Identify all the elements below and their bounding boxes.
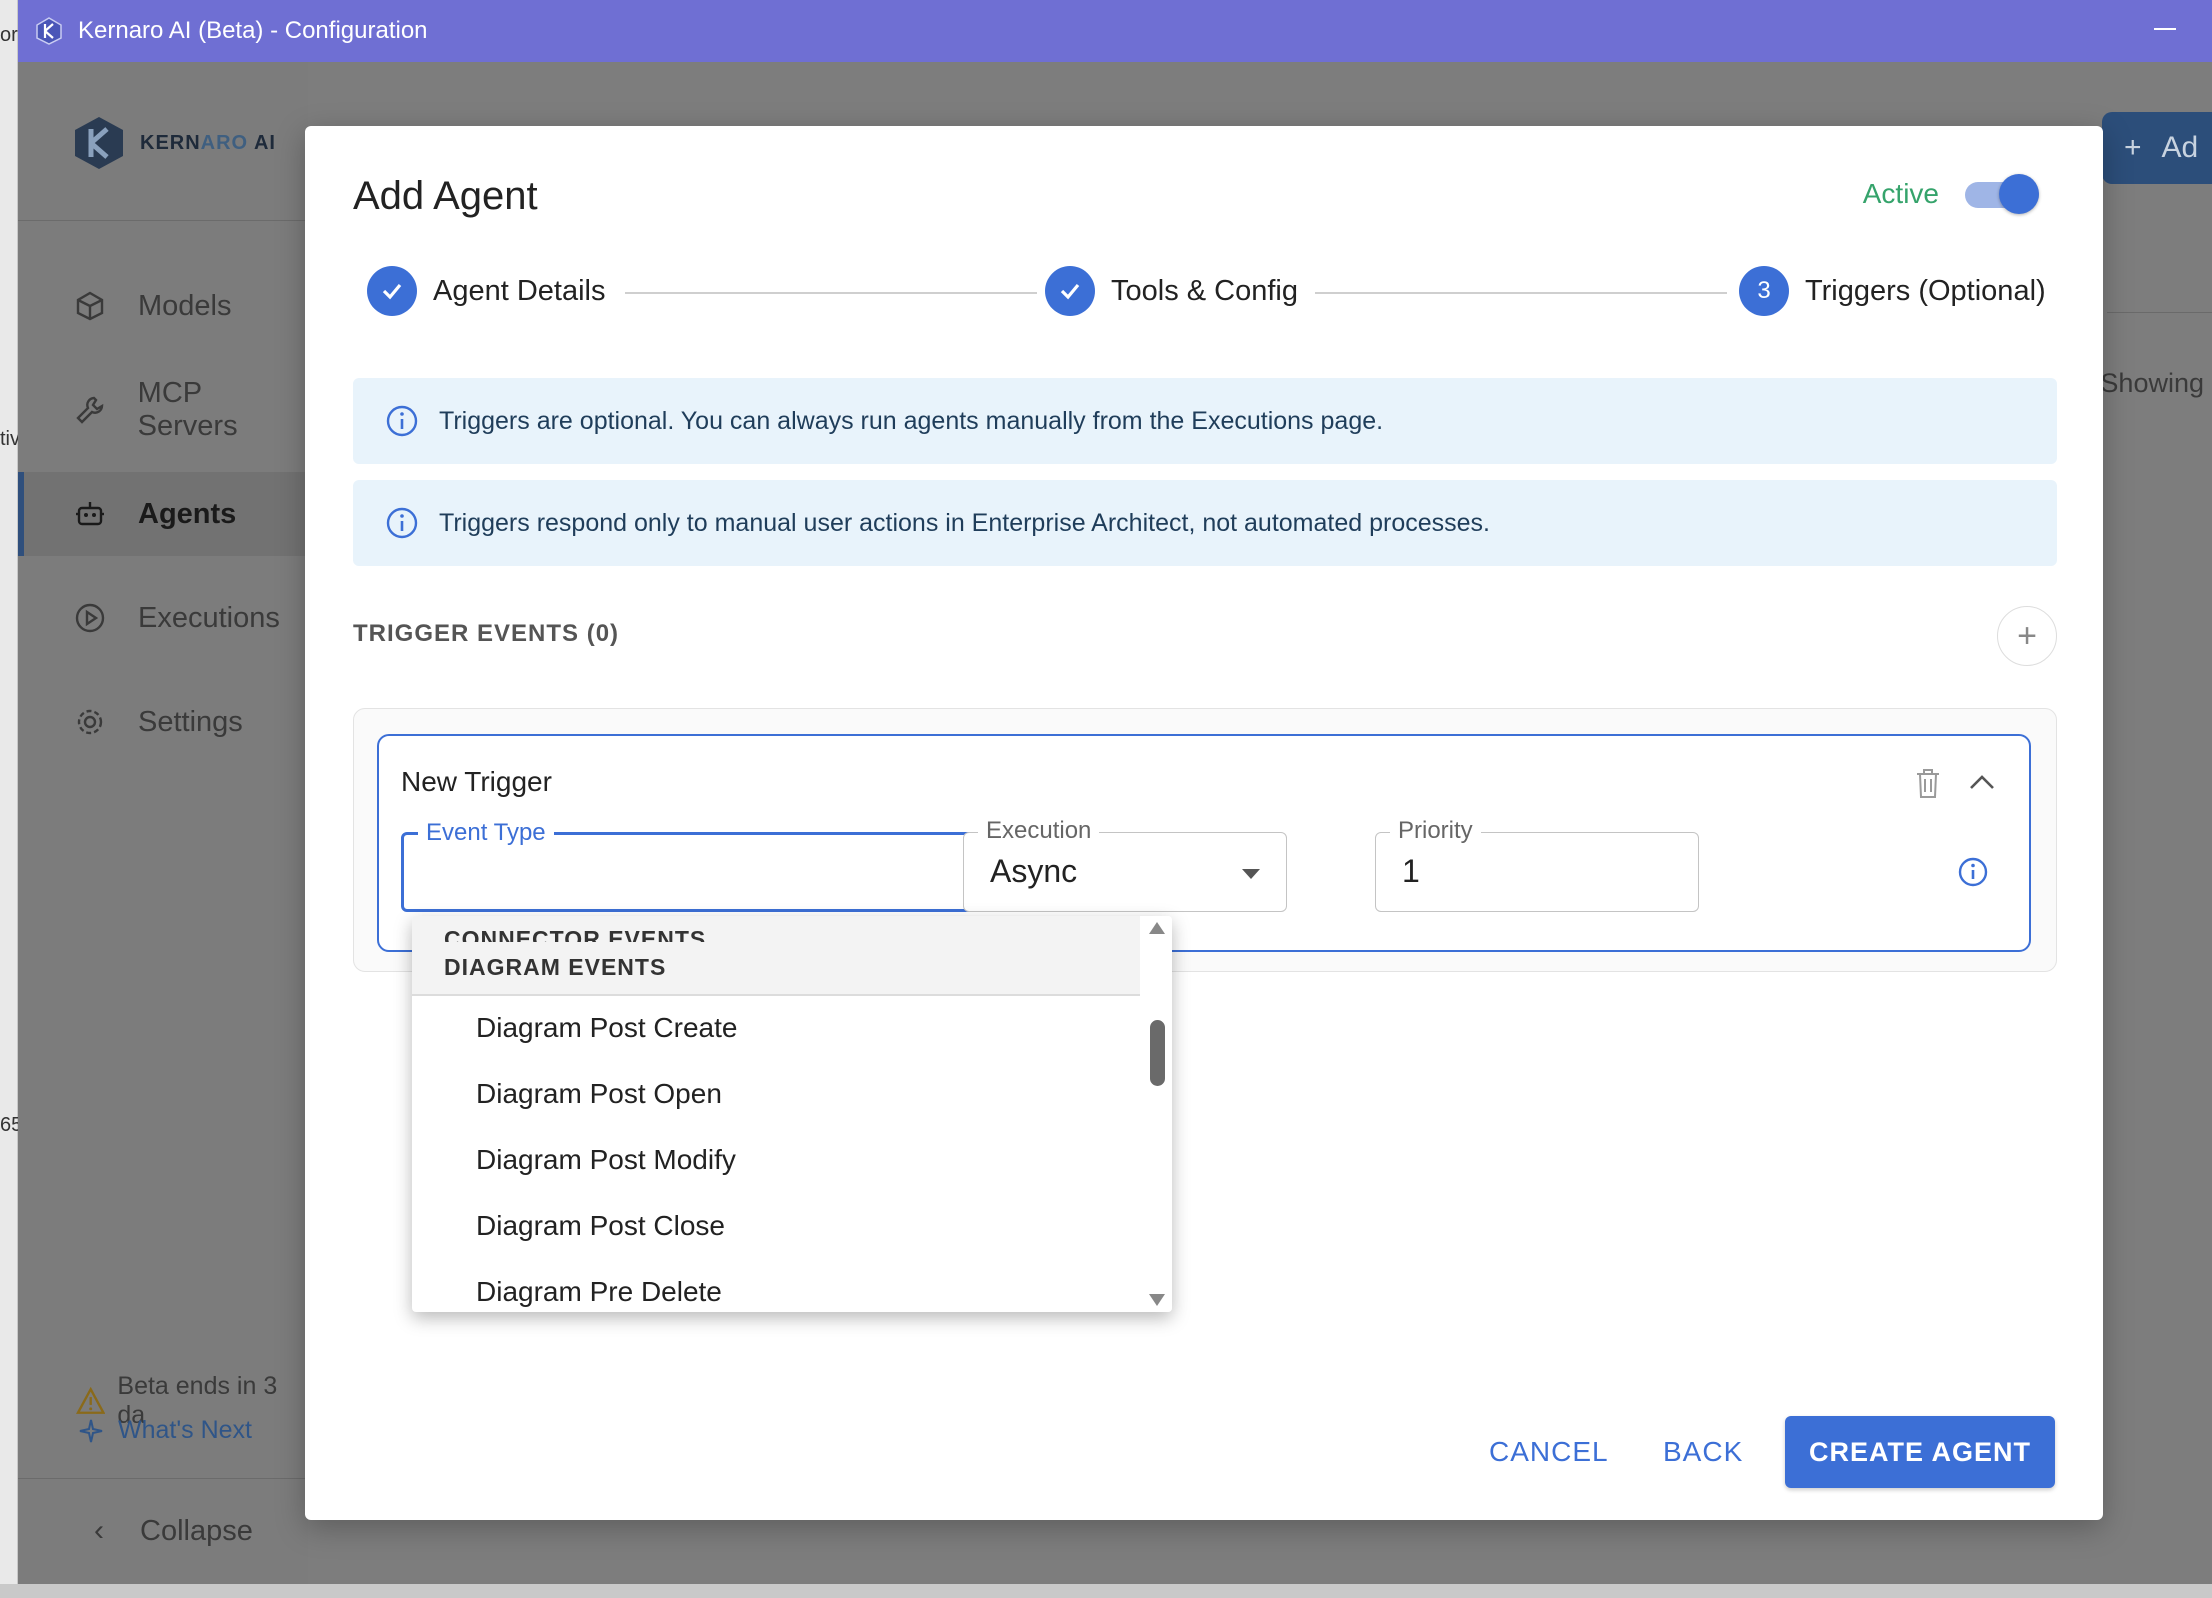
execution-value: Async — [990, 853, 1078, 889]
event-type-dropdown: CONNECTOR EVENTS DIAGRAM EVENTS Diagram … — [412, 916, 1172, 1312]
step-number: 3 — [1739, 266, 1789, 316]
execution-label: Execution — [978, 817, 1100, 845]
brand-logo: KERNARO AI — [70, 114, 276, 172]
create-agent-button[interactable]: CREATE AGENT — [1785, 1416, 2055, 1488]
divider — [18, 220, 308, 221]
step-connector — [625, 292, 1037, 294]
check-icon — [367, 266, 417, 316]
dropdown-scrollbar[interactable] — [1142, 916, 1172, 1312]
window-titlebar: Kernaro AI (Beta) - Configuration — [18, 0, 2212, 62]
step-label: Tools & Config — [1111, 274, 1298, 307]
plus-icon: + — [2017, 616, 2037, 655]
priority-value: 1 — [1402, 853, 1420, 889]
chevron-left-icon: ‹ — [94, 1514, 104, 1547]
wrench-icon — [72, 392, 108, 428]
plus-icon: + — [2124, 131, 2142, 164]
back-button[interactable]: BACK — [1663, 1436, 1743, 1468]
info-text: Triggers are optional. You can always ru… — [439, 406, 1384, 435]
sidebar-item-settings[interactable]: Settings — [18, 680, 308, 764]
minimize-button[interactable] — [2154, 28, 2176, 30]
step-connector — [1315, 292, 1727, 294]
robot-icon — [72, 496, 108, 532]
sidebar-item-models[interactable]: Models — [18, 264, 308, 348]
group-diagram-events: DIAGRAM EVENTS — [444, 954, 667, 980]
sidebar-item-label: Executions — [138, 601, 280, 634]
check-icon — [1045, 266, 1095, 316]
trash-icon[interactable] — [1913, 766, 1943, 800]
active-label: Active — [1862, 178, 1939, 209]
sidebar: KERNARO AI Models MCP Servers Agents Exe… — [18, 62, 308, 1584]
whats-next-label: What's Next — [118, 1416, 252, 1444]
gear-icon — [72, 704, 108, 740]
priority-label: Priority — [1390, 817, 1481, 845]
sidebar-item-label: Agents — [138, 497, 237, 530]
scrollbar-thumb[interactable] — [1150, 1020, 1165, 1086]
whats-next-link[interactable]: What's Next — [78, 1416, 252, 1445]
scroll-down-arrow-icon[interactable] — [1149, 1294, 1165, 1306]
priority-info-icon[interactable] — [1957, 856, 1989, 888]
edge-fragment: or — [0, 24, 18, 46]
active-toggle[interactable] — [1965, 174, 2039, 214]
background-window-edge: or tiv 65 — [0, 0, 22, 1598]
dropdown-option[interactable]: Diagram Post Close — [476, 1210, 725, 1242]
sparkle-icon — [79, 1419, 103, 1442]
trigger-events-heading: TRIGGER EVENTS (0) — [353, 620, 620, 647]
priority-field[interactable]: Priority 1 — [1375, 817, 1699, 912]
sidebar-item-mcp-servers[interactable]: MCP Servers — [18, 368, 308, 452]
caret-down-icon — [1242, 869, 1260, 879]
collapse-label: Collapse — [140, 1514, 253, 1547]
scroll-up-arrow-icon[interactable] — [1149, 922, 1165, 934]
divider — [2107, 312, 2212, 313]
toggle-thumb — [1999, 174, 2039, 214]
background-showing-text: Showing — [2100, 368, 2204, 398]
sidebar-item-label: Models — [138, 289, 232, 322]
dialog-title: Add Agent — [353, 174, 538, 218]
stepper: Agent Details Tools & Config 3 Triggers … — [367, 266, 2047, 320]
add-trigger-button[interactable]: + — [1997, 606, 2057, 666]
info-text: Triggers respond only to manual user act… — [439, 508, 1491, 537]
play-circle-icon — [72, 600, 108, 636]
event-type-label: Event Type — [418, 819, 554, 847]
step-label: Triggers (Optional) — [1805, 274, 2046, 307]
background-add-button: + Ad — [2102, 112, 2212, 184]
cancel-button[interactable]: CANCEL — [1489, 1436, 1609, 1468]
sidebar-item-agents[interactable]: Agents — [18, 472, 308, 556]
kernaro-logo-icon — [75, 117, 123, 169]
brand-name: KERNARO AI — [140, 131, 276, 154]
sidebar-item-label: Settings — [138, 705, 243, 738]
background-add-label: Ad — [2161, 131, 2199, 164]
edge-fragment: tiv — [0, 428, 20, 450]
collapse-button[interactable]: ‹ Collapse — [94, 1514, 253, 1548]
info-banner: Triggers respond only to manual user act… — [353, 480, 2057, 566]
dropdown-option[interactable]: Diagram Post Open — [476, 1078, 722, 1110]
execution-select[interactable]: Execution Async — [963, 817, 1287, 912]
dropdown-option[interactable]: Diagram Post Create — [476, 1012, 737, 1044]
dropdown-group-header: CONNECTOR EVENTS DIAGRAM EVENTS — [412, 916, 1140, 996]
dropdown-option[interactable]: Diagram Post Modify — [476, 1144, 736, 1176]
warning-icon — [76, 1387, 106, 1414]
trigger-name: New Trigger — [401, 766, 552, 797]
app-logo-icon — [36, 17, 62, 45]
cube-icon — [72, 288, 108, 324]
window-title: Kernaro AI (Beta) - Configuration — [78, 17, 428, 44]
step-triggers[interactable]: 3 Triggers (Optional) — [1739, 266, 2046, 316]
info-icon — [386, 405, 418, 437]
info-icon — [386, 507, 418, 539]
step-tools-config[interactable]: Tools & Config — [1045, 266, 1298, 316]
step-label: Agent Details — [433, 274, 606, 307]
dropdown-option[interactable]: Diagram Pre Delete — [476, 1276, 722, 1308]
chevron-up-icon[interactable] — [1967, 770, 1997, 794]
window-bottom-edge — [0, 1584, 2212, 1598]
info-banner: Triggers are optional. You can always ru… — [353, 378, 2057, 464]
group-connector-events: CONNECTOR EVENTS — [444, 926, 707, 942]
divider — [18, 1478, 308, 1479]
sidebar-item-label: MCP Servers — [137, 377, 238, 442]
sidebar-item-executions[interactable]: Executions — [18, 576, 308, 660]
step-agent-details[interactable]: Agent Details — [367, 266, 606, 316]
